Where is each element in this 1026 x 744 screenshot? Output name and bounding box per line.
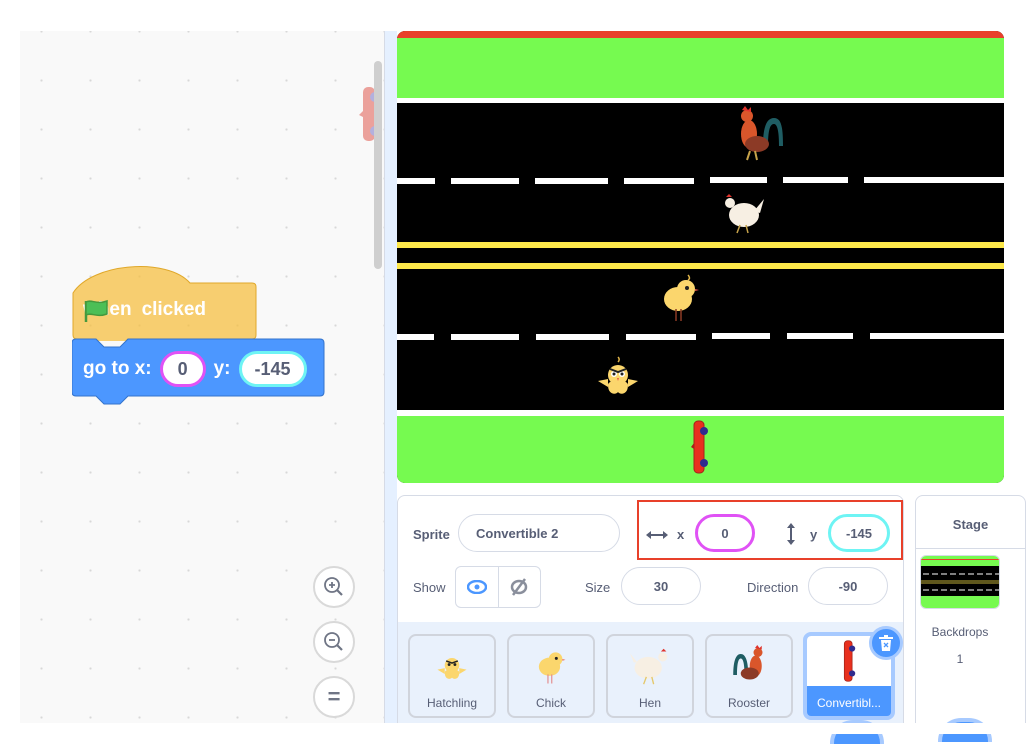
x-position-input[interactable]: 0 (695, 514, 755, 552)
zoom-reset-icon: = (327, 684, 341, 709)
workspace-scrollbar[interactable] (374, 61, 382, 269)
top-grass (397, 38, 1004, 98)
trash-icon (879, 635, 893, 651)
sprite-tile-name: Rooster (727, 696, 771, 710)
direction-input[interactable]: -90 (808, 567, 888, 605)
bottom-edge (0, 723, 1026, 734)
green-flag-icon (84, 299, 108, 322)
zoom-reset-button[interactable]: = (313, 676, 355, 718)
bottom-road-edge (397, 410, 1004, 416)
rooster-sprite[interactable] (737, 106, 783, 162)
road (397, 103, 1004, 410)
convertible-sprite[interactable] (691, 419, 709, 475)
pane-divider (384, 31, 397, 723)
when-flag-clicked-block[interactable]: when clicked (72, 263, 257, 341)
y-label: y (810, 527, 818, 542)
go-to-x-label: go to x: (83, 358, 152, 379)
eye-slash-icon (511, 578, 528, 596)
yellow-line-1 (397, 242, 1004, 248)
zoom-out-button[interactable] (313, 621, 355, 663)
go-to-xy-block[interactable]: go to x: 0 y: -145 (72, 338, 325, 408)
backdrop-thumbnail[interactable] (920, 555, 1000, 609)
zoom-out-icon (324, 632, 343, 651)
stage-selector-pane[interactable]: Stage Backdrops 1 (915, 495, 1026, 742)
stage-canvas[interactable] (397, 31, 1004, 483)
sprite-tile-name: Chick (535, 696, 566, 710)
top-red-bar (397, 31, 1004, 38)
y-position-arrows-icon (787, 523, 795, 545)
direction-label: Direction (747, 580, 799, 595)
y-position-input[interactable]: -145 (828, 514, 890, 552)
y-label: y: (213, 358, 231, 379)
backdrops-count: 1 (956, 652, 964, 666)
hen-sprite[interactable] (722, 191, 766, 235)
show-label: Show (413, 580, 446, 595)
convertible-thumbnail-icon (843, 640, 856, 682)
clicked-label: clicked (141, 299, 206, 320)
backdrops-label: Backdrops (931, 625, 989, 639)
sprite-tile-hatchling[interactable]: Hatchling (408, 634, 496, 718)
hatchling-thumbnail-icon (437, 658, 467, 679)
sprite-tile-name: Hatchling (426, 696, 478, 710)
rooster-thumbnail-icon (733, 645, 763, 680)
sprite-list: Hatchling Chick Hen Rooster Convertibl..… (397, 622, 904, 744)
sprite-tile-hen[interactable]: Hen (606, 634, 694, 718)
size-label: Size (585, 580, 611, 595)
yellow-line-2 (397, 263, 1004, 269)
y-input[interactable]: -145 (238, 351, 307, 387)
sprite-name-input[interactable]: Convertible 2 (458, 514, 620, 552)
sprite-tile-name: Convertibl... (816, 696, 882, 710)
show-button[interactable] (456, 567, 499, 607)
sprite-tile-chick[interactable]: Chick (507, 634, 595, 718)
chick-sprite[interactable] (660, 273, 700, 323)
hen-thumbnail-icon (630, 648, 668, 685)
x-label: x (677, 527, 685, 542)
x-position-arrows-icon (646, 531, 668, 539)
sprite-tile-rooster[interactable]: Rooster (705, 634, 793, 718)
sprite-info-panel: Sprite Convertible 2 x 0 y -145 Show Siz… (397, 495, 904, 623)
chick-thumbnail-icon (538, 652, 566, 684)
stage-pane-divider (916, 548, 1025, 549)
backdrop-thumbnail-image (921, 556, 999, 608)
sprite-label: Sprite (413, 527, 450, 542)
stage-backdrop (397, 31, 1004, 483)
size-input[interactable]: 30 (621, 567, 701, 605)
stage-title: Stage (952, 517, 989, 532)
eye-icon (466, 580, 487, 594)
x-input[interactable]: 0 (159, 351, 206, 387)
delete-sprite-button[interactable] (869, 626, 903, 660)
hatchling-sprite[interactable] (596, 355, 640, 397)
sprite-tile-name: Hen (638, 696, 661, 710)
zoom-in-button[interactable] (313, 566, 355, 608)
top-road-edge (397, 98, 1004, 103)
zoom-in-icon (324, 577, 343, 596)
hide-button[interactable] (499, 567, 541, 607)
visibility-toggle (455, 566, 541, 608)
